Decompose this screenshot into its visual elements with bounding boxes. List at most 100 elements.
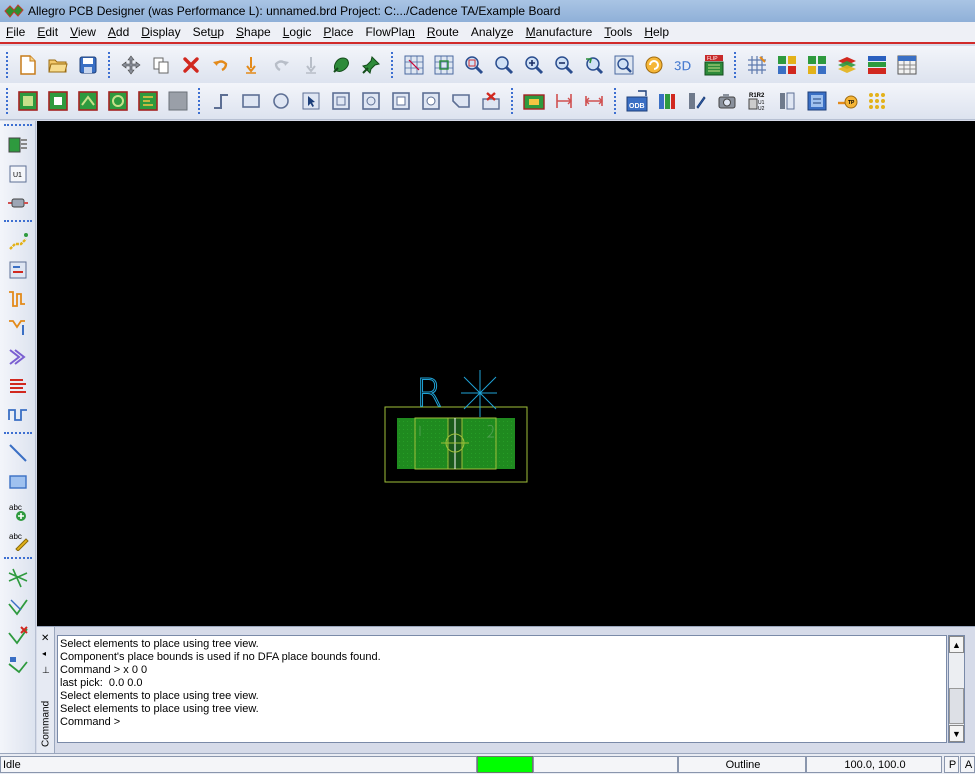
zoom-world-icon[interactable] xyxy=(613,54,635,76)
delete-icon[interactable] xyxy=(180,54,202,76)
add-rect-side-icon[interactable] xyxy=(6,470,30,494)
arrow-left-icon[interactable]: ◂ xyxy=(42,649,46,658)
component-u1-icon[interactable]: U1 xyxy=(6,162,30,186)
place-manual-side-icon[interactable] xyxy=(6,133,30,157)
shape-edit-icon[interactable] xyxy=(330,90,352,112)
toolbar-grip[interactable] xyxy=(6,51,9,78)
resistor-icon[interactable] xyxy=(6,191,30,215)
layer-stack-icon[interactable] xyxy=(836,54,858,76)
fanout-icon[interactable] xyxy=(6,345,30,369)
add-connect-icon[interactable] xyxy=(6,229,30,253)
zoom-window-icon[interactable] xyxy=(433,54,455,76)
menu-flowplan[interactable]: FlowPlan xyxy=(359,25,420,39)
3d-view-icon[interactable]: 3D xyxy=(673,54,695,76)
command-output[interactable]: Select elements to place using tree view… xyxy=(57,635,947,743)
redo-icon[interactable] xyxy=(270,54,292,76)
select-shape-icon[interactable] xyxy=(300,90,322,112)
command-scrollbar[interactable]: ▲ ▼ xyxy=(948,635,965,743)
scroll-thumb[interactable] xyxy=(949,688,964,724)
menu-file[interactable]: File xyxy=(0,25,31,39)
refdes-icon[interactable]: R1R2 U1 U2 xyxy=(746,90,768,112)
rats-partial-icon[interactable] xyxy=(6,653,30,677)
toolbar-grip[interactable] xyxy=(6,88,9,114)
dimension-datum-icon[interactable] xyxy=(583,90,605,112)
ratsnest-icon[interactable] xyxy=(6,566,30,590)
place-disabled-icon[interactable] xyxy=(167,90,189,112)
menu-analyze[interactable]: Analyze xyxy=(465,25,520,39)
menu-edit[interactable]: Edit xyxy=(31,25,64,39)
flip-board-icon[interactable]: FLIP xyxy=(703,54,725,76)
shape-void-icon[interactable] xyxy=(390,90,412,112)
layer-visibility-icon[interactable] xyxy=(806,54,828,76)
save-icon[interactable] xyxy=(77,54,99,76)
shape-delete-icon[interactable] xyxy=(480,90,502,112)
redraw-icon[interactable] xyxy=(643,54,665,76)
cross-section-icon[interactable] xyxy=(866,54,888,76)
shape-circle-icon[interactable] xyxy=(360,90,382,112)
odb-export-icon[interactable]: ODB xyxy=(626,90,648,112)
shape-void-circle-icon[interactable] xyxy=(420,90,442,112)
color-blob-icon[interactable] xyxy=(330,54,352,76)
toolbar-grip[interactable] xyxy=(4,557,32,561)
menu-place[interactable]: Place xyxy=(317,25,359,39)
design-canvas[interactable]: R xyxy=(37,121,975,626)
add-circle-icon[interactable] xyxy=(270,90,292,112)
add-line-side-icon[interactable] xyxy=(6,441,30,465)
toolbar-grip[interactable] xyxy=(4,124,32,128)
menu-display[interactable]: Display xyxy=(135,25,186,39)
bus-route-icon[interactable] xyxy=(6,374,30,398)
toolbar-grip[interactable] xyxy=(4,220,32,224)
pen-edit-icon[interactable] xyxy=(686,90,708,112)
custom-smooth-icon[interactable] xyxy=(6,316,30,340)
new-file-icon[interactable] xyxy=(17,54,39,76)
color-palette-icon[interactable] xyxy=(776,54,798,76)
add-line-icon[interactable] xyxy=(210,90,232,112)
menu-route[interactable]: Route xyxy=(421,25,465,39)
place-quick-icon[interactable] xyxy=(77,90,99,112)
board-view-icon[interactable] xyxy=(806,90,828,112)
camera-icon[interactable] xyxy=(716,90,738,112)
menu-view[interactable]: View xyxy=(64,25,102,39)
zoom-in-icon[interactable] xyxy=(493,54,515,76)
zoom-previous-icon[interactable] xyxy=(583,54,605,76)
menu-setup[interactable]: Setup xyxy=(187,25,230,39)
meander-icon[interactable] xyxy=(6,403,30,427)
menu-logic[interactable]: Logic xyxy=(277,25,318,39)
scroll-down-icon[interactable]: ▼ xyxy=(949,725,964,742)
zoom-fit-icon[interactable] xyxy=(463,54,485,76)
delay-tune-icon[interactable] xyxy=(6,287,30,311)
pin-panel-icon[interactable]: ⊥ xyxy=(42,665,50,676)
menu-tools[interactable]: Tools xyxy=(598,25,638,39)
grid-icon[interactable] xyxy=(746,54,768,76)
edit-text-icon[interactable]: abc xyxy=(6,528,30,552)
zoom-grid-icon[interactable] xyxy=(403,54,425,76)
add-text-icon[interactable]: abc xyxy=(6,499,30,523)
shape-corner-icon[interactable] xyxy=(450,90,472,112)
menu-help[interactable]: Help xyxy=(638,25,675,39)
dimension-icon[interactable] xyxy=(523,90,545,112)
panel-icon[interactable] xyxy=(776,90,798,112)
add-rectangle-icon[interactable] xyxy=(240,90,262,112)
mode-a-button[interactable]: A xyxy=(960,756,975,773)
dimension-linear-icon[interactable] xyxy=(553,90,575,112)
open-folder-icon[interactable] xyxy=(47,54,69,76)
show-rats-icon[interactable] xyxy=(6,595,30,619)
move-icon[interactable] xyxy=(120,54,142,76)
place-component-icon[interactable] xyxy=(17,90,39,112)
menu-manufacture[interactable]: Manufacture xyxy=(520,25,599,39)
mode-p-button[interactable]: P xyxy=(944,756,959,773)
redo-down-icon[interactable] xyxy=(300,54,322,76)
copy-icon[interactable] xyxy=(150,54,172,76)
place-manual-icon[interactable] xyxy=(47,90,69,112)
slide-route-icon[interactable] xyxy=(6,258,30,282)
test-point-icon[interactable]: TP xyxy=(836,90,858,112)
place-swap-icon[interactable] xyxy=(107,90,129,112)
active-layer[interactable]: Outline xyxy=(678,756,806,773)
place-align-icon[interactable] xyxy=(137,90,159,112)
close-icon[interactable]: ✕ xyxy=(41,633,49,644)
dfa-icon[interactable] xyxy=(896,54,918,76)
menu-add[interactable]: Add xyxy=(102,25,135,39)
zoom-minus-icon[interactable] xyxy=(553,54,575,76)
library-book-icon[interactable] xyxy=(656,90,678,112)
undo-icon[interactable] xyxy=(210,54,232,76)
